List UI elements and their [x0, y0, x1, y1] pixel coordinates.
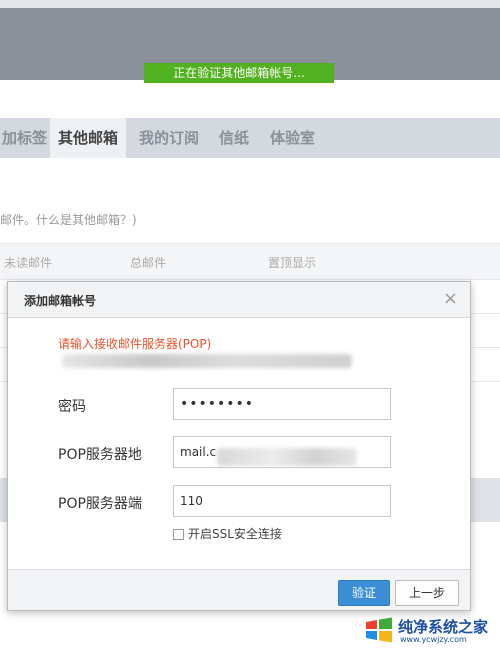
- column-pin-top: 置顶显示: [268, 256, 317, 270]
- column-total: 总邮件: [130, 256, 167, 270]
- verifying-status-badge: 正在验证其他邮箱帐号...: [144, 63, 334, 83]
- tab-other-mailbox[interactable]: 其他邮箱: [50, 118, 127, 158]
- site-watermark: 纯净系统之家 www.ycwjzy.com: [364, 614, 498, 648]
- other-mailbox-info: 邮件。什么是其他邮箱？): [0, 213, 137, 227]
- ssl-option[interactable]: 开启SSL安全连接: [173, 525, 282, 542]
- pop-port-field[interactable]: 110: [173, 485, 391, 517]
- dialog-title: 添加邮箱帐号: [24, 294, 97, 308]
- pop-server-hint: 请输入接收邮件服务器(POP): [58, 337, 212, 351]
- ssl-label: 开启SSL安全连接: [188, 527, 282, 541]
- verify-button[interactable]: 验证: [338, 580, 390, 606]
- tab-subscriptions[interactable]: 我的订阅: [139, 118, 199, 158]
- add-mailbox-dialog: 添加邮箱帐号 × 请输入接收邮件服务器(POP) 密码 •••••••• POP…: [7, 281, 471, 611]
- password-label: 密码: [58, 399, 86, 415]
- tab-stationery[interactable]: 信纸: [219, 118, 249, 158]
- tab-labels[interactable]: 加标签: [2, 118, 47, 158]
- column-unread: 未读邮件: [4, 256, 53, 270]
- header-banner: 正在验证其他邮箱帐号...: [0, 8, 500, 83]
- dialog-header: 添加邮箱帐号 ×: [8, 282, 470, 318]
- ssl-checkbox[interactable]: [173, 529, 184, 540]
- close-icon[interactable]: ×: [443, 290, 458, 308]
- mailbox-table-header: 未读邮件 总邮件 置顶显示: [0, 244, 500, 280]
- back-button[interactable]: 上一步: [395, 580, 459, 606]
- watermark-url: www.ycwjzy.com: [400, 635, 467, 644]
- tab-content: 邮件。什么是其他邮箱？): [0, 158, 500, 244]
- blurred-server-address: [217, 448, 357, 466]
- dialog-footer: 验证 上一步: [8, 569, 470, 610]
- blurred-hint-detail: [62, 354, 352, 368]
- top-strip: [0, 0, 500, 8]
- pop-port-label: POP服务器端: [58, 496, 142, 512]
- windows-logo-icon: [366, 617, 392, 643]
- watermark-title: 纯净系统之家: [398, 618, 489, 636]
- pop-server-label: POP服务器地: [58, 447, 142, 463]
- tab-lab[interactable]: 体验室: [270, 118, 315, 158]
- tab-bar: 加标签 其他邮箱 我的订阅 信纸 体验室: [0, 118, 500, 158]
- password-field[interactable]: ••••••••: [173, 388, 391, 420]
